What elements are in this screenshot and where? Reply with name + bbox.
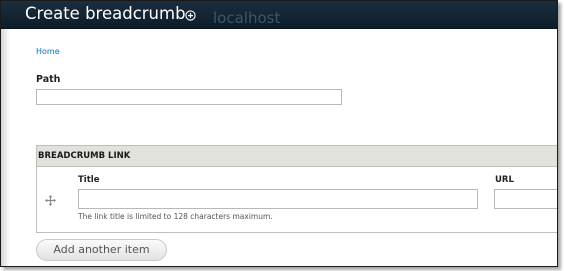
page-header: Create breadcrumb localhost — [1, 1, 557, 29]
link-title-label: Title — [78, 175, 100, 185]
link-title-description: The link title is limited to 128 charact… — [78, 212, 273, 221]
table-header: BREADCRUMB LINK — [37, 146, 557, 167]
breadcrumb-links-table: BREADCRUMB LINK Title The link title is … — [36, 145, 557, 233]
move-cross-icon[interactable] — [45, 195, 56, 206]
site-title: localhost — [213, 9, 281, 27]
add-shortcut-icon[interactable] — [185, 10, 196, 21]
page-title: Create breadcrumb — [25, 4, 186, 23]
table-header-label: BREADCRUMB LINK — [38, 151, 131, 161]
path-label: Path — [36, 74, 61, 85]
breadcrumb-home-link[interactable]: Home — [36, 47, 60, 56]
add-another-item-button[interactable]: Add another item — [36, 239, 167, 261]
browser-frame: Create breadcrumb localhost Home Path BR… — [0, 0, 558, 267]
link-url-label: URL — [495, 175, 514, 185]
link-url-input[interactable] — [494, 189, 557, 209]
link-title-input[interactable] — [78, 189, 478, 209]
path-input[interactable] — [36, 89, 342, 105]
left-sidebar-edge — [1, 29, 10, 266]
